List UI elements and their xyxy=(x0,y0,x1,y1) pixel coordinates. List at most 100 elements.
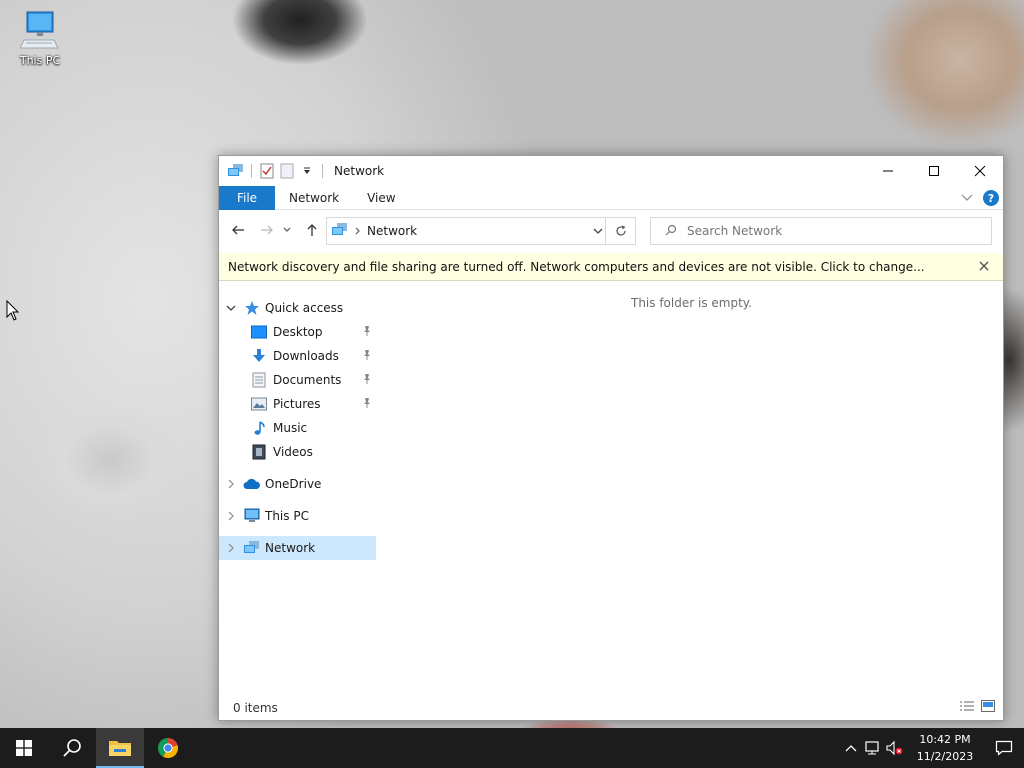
downloads-folder-icon xyxy=(250,347,268,365)
nav-label: Videos xyxy=(273,445,313,459)
file-explorer-icon xyxy=(109,741,131,756)
this-pc-icon xyxy=(243,507,261,525)
quick-access-toolbar xyxy=(219,161,328,181)
back-arrow-icon xyxy=(232,225,244,235)
network-icon xyxy=(331,222,349,241)
help-button[interactable]: ? xyxy=(983,190,999,206)
file-explorer-window: Network File Network View ? Network Sear… xyxy=(218,155,1004,721)
forward-button[interactable] xyxy=(256,218,278,242)
expand-ribbon-chevron-icon[interactable] xyxy=(961,191,973,205)
notification-icon xyxy=(995,740,1013,756)
search-icon xyxy=(63,739,81,757)
this-pc-icon xyxy=(20,11,59,49)
start-button[interactable] xyxy=(0,728,48,768)
music-folder-icon xyxy=(250,419,268,437)
nav-quick-item[interactable]: Pictures xyxy=(219,392,376,416)
collapsed-chevron-icon[interactable] xyxy=(225,476,237,492)
star-icon xyxy=(243,299,261,317)
close-icon xyxy=(974,165,986,177)
infobar-close-button[interactable] xyxy=(977,259,991,273)
window-title: Network xyxy=(334,164,385,178)
clock[interactable]: 10:42 PM 11/2/2023 xyxy=(912,731,978,765)
nav-network[interactable]: Network xyxy=(219,536,376,560)
breadcrumb-network[interactable]: Network xyxy=(367,224,417,238)
collapsed-chevron-icon[interactable] xyxy=(225,540,237,556)
nav-label: Documents xyxy=(273,373,342,387)
large-icons-view-icon[interactable] xyxy=(981,700,995,715)
nav-label: Quick access xyxy=(265,301,344,315)
pin-icon xyxy=(362,373,372,387)
chrome-icon xyxy=(157,738,179,759)
nav-onedrive[interactable]: OneDrive xyxy=(219,472,376,496)
nav-label: Pictures xyxy=(273,397,321,411)
desktop-icon-this-pc[interactable]: This PC xyxy=(10,10,70,67)
nav-label: OneDrive xyxy=(265,477,322,491)
breadcrumb-separator-icon[interactable] xyxy=(355,225,361,238)
new-folder-icon[interactable] xyxy=(277,161,297,181)
nav-quick-item[interactable]: Documents xyxy=(219,368,376,392)
maximize-button[interactable] xyxy=(911,156,957,186)
search-box[interactable] xyxy=(650,217,992,245)
videos-folder-icon xyxy=(250,443,268,461)
tab-file[interactable]: File xyxy=(219,185,275,210)
navigation-pane: Quick access Desktop Downloads Documents xyxy=(219,296,379,696)
clock-date: 11/2/2023 xyxy=(916,750,974,763)
expanded-chevron-icon[interactable] xyxy=(225,300,237,316)
up-button[interactable] xyxy=(301,218,323,242)
onedrive-cloud-icon xyxy=(243,475,261,493)
refresh-icon xyxy=(615,225,626,236)
details-view-icon[interactable] xyxy=(959,700,975,715)
up-arrow-icon xyxy=(307,224,317,236)
taskbar-search-button[interactable] xyxy=(48,728,96,768)
desktop-folder-icon xyxy=(250,323,268,341)
recent-locations-button[interactable] xyxy=(281,218,293,242)
search-icon xyxy=(665,224,677,239)
taskbar-file-explorer[interactable] xyxy=(96,728,144,768)
pictures-folder-icon xyxy=(250,395,268,413)
network-icon xyxy=(226,161,246,181)
tab-view[interactable]: View xyxy=(353,186,409,210)
customize-toolbar-chevron-icon[interactable] xyxy=(297,161,317,181)
volume-muted-icon xyxy=(886,740,903,756)
search-input[interactable] xyxy=(687,224,967,238)
address-history-chevron-icon[interactable] xyxy=(593,224,603,238)
nav-label: Music xyxy=(273,421,308,435)
nav-this-pc[interactable]: This PC xyxy=(219,504,376,528)
network-status-button[interactable] xyxy=(862,728,884,768)
minimize-button[interactable] xyxy=(865,156,911,186)
maximize-icon xyxy=(929,166,939,176)
taskbar-chrome[interactable] xyxy=(144,728,192,768)
nav-quick-item[interactable]: Downloads xyxy=(219,344,376,368)
nav-quick-item[interactable]: Videos xyxy=(219,440,376,464)
volume-button[interactable] xyxy=(884,728,906,768)
pin-icon xyxy=(362,349,372,363)
back-button[interactable] xyxy=(227,218,249,242)
file-list-area[interactable]: This folder is empty. xyxy=(380,286,1003,696)
close-button[interactable] xyxy=(957,156,1003,186)
network-discovery-infobar[interactable]: Network discovery and file sharing are t… xyxy=(219,253,1003,281)
tab-network[interactable]: Network xyxy=(275,186,353,210)
clock-time: 10:42 PM xyxy=(919,733,971,746)
title-bar[interactable]: Network xyxy=(219,156,1003,186)
ribbon-tabs: File Network View ? xyxy=(219,185,1003,210)
action-center-button[interactable] xyxy=(984,728,1024,768)
network-status-icon xyxy=(865,741,879,755)
nav-quick-access[interactable]: Quick access xyxy=(219,296,376,320)
properties-icon[interactable] xyxy=(257,161,277,181)
start-icon xyxy=(16,740,32,756)
chevron-down-icon xyxy=(283,227,291,232)
chevron-up-icon xyxy=(845,745,857,752)
forward-arrow-icon xyxy=(261,225,273,235)
close-icon xyxy=(979,261,989,271)
infobar-message[interactable]: Network discovery and file sharing are t… xyxy=(228,260,925,274)
empty-folder-message: This folder is empty. xyxy=(631,296,752,310)
nav-quick-item[interactable]: Desktop xyxy=(219,320,376,344)
desktop-icon-label: This PC xyxy=(19,54,61,67)
show-hidden-icons-button[interactable] xyxy=(840,728,862,768)
mouse-cursor-icon xyxy=(6,299,20,325)
address-bar[interactable]: Network xyxy=(326,217,636,245)
nav-quick-item[interactable]: Music xyxy=(219,416,376,440)
nav-label: Network xyxy=(265,541,316,555)
collapsed-chevron-icon[interactable] xyxy=(225,508,237,524)
refresh-button[interactable] xyxy=(605,218,635,244)
